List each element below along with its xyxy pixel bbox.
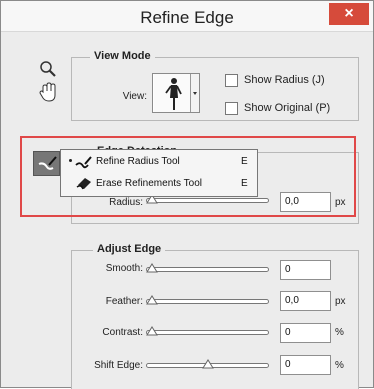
- feather-label: Feather:: [105, 296, 143, 307]
- smooth-label: Smooth:: [105, 263, 143, 274]
- shift-edge-label: Shift Edge:: [94, 360, 143, 371]
- view-mode-thumbnail[interactable]: [152, 73, 200, 113]
- contrast-unit: %: [335, 327, 344, 338]
- view-mode-legend: View Mode: [90, 50, 155, 62]
- shift-edge-unit: %: [335, 360, 344, 371]
- show-original-checkbox[interactable]: [225, 102, 238, 115]
- shift-edge-slider-thumb[interactable]: [202, 359, 214, 369]
- shift-edge-field[interactable]: 0: [280, 355, 331, 375]
- view-label: View:: [122, 91, 147, 102]
- title-bar: Refine Edge ×: [1, 1, 373, 32]
- feather-slider-thumb[interactable]: [146, 295, 158, 305]
- smooth-slider-track[interactable]: [146, 267, 269, 272]
- model-thumbnail-icon: [154, 74, 192, 112]
- feather-unit: px: [335, 296, 346, 307]
- adjust-edge-legend: Adjust Edge: [93, 243, 166, 255]
- feather-slider-track[interactable]: [146, 299, 269, 304]
- refine-edge-dialog: Refine Edge × View Mode View: Show Radiu…: [0, 0, 374, 389]
- smooth-slider-thumb[interactable]: [146, 263, 158, 273]
- zoom-icon[interactable]: [37, 58, 59, 80]
- highlight-frame: [20, 136, 356, 217]
- dialog-title: Refine Edge: [140, 8, 234, 27]
- view-dropdown-arrow[interactable]: [190, 74, 199, 112]
- contrast-slider-thumb[interactable]: [146, 326, 158, 336]
- smooth-field[interactable]: 0: [280, 260, 331, 280]
- show-radius-label: Show Radius (J): [244, 74, 325, 86]
- contrast-label: Contrast:: [102, 327, 143, 338]
- hand-icon[interactable]: [37, 81, 59, 103]
- contrast-field[interactable]: 0: [280, 323, 331, 343]
- feather-field[interactable]: 0,0: [280, 291, 331, 311]
- close-button[interactable]: ×: [329, 3, 369, 25]
- show-original-label: Show Original (P): [244, 102, 331, 114]
- contrast-slider-track[interactable]: [146, 330, 269, 335]
- show-radius-checkbox[interactable]: [225, 74, 238, 87]
